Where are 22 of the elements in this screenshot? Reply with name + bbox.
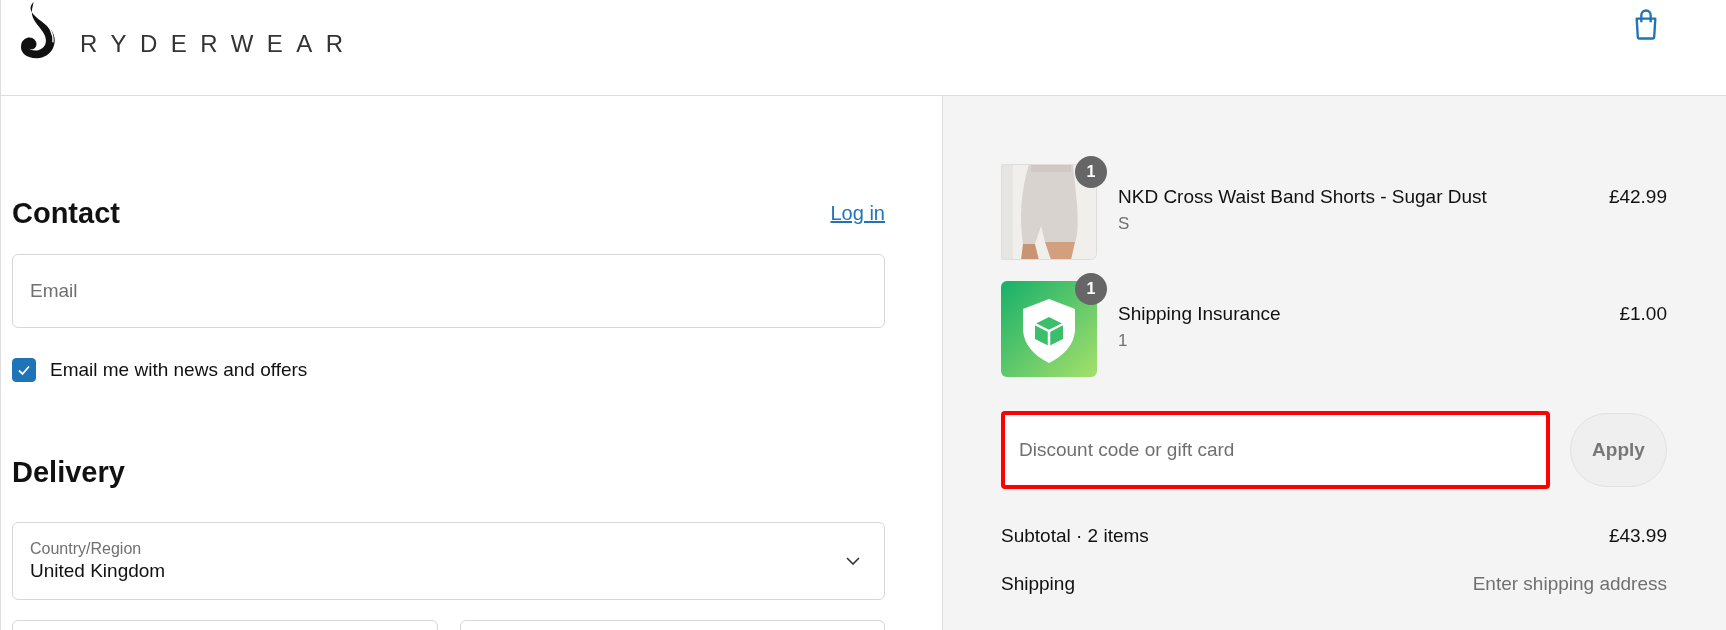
email-field[interactable]: Email bbox=[12, 254, 885, 328]
product-name: NKD Cross Waist Band Shorts - Sugar Dust bbox=[1118, 186, 1488, 208]
checkbox[interactable] bbox=[12, 358, 36, 382]
shield-icon bbox=[1001, 281, 1097, 377]
log-in-link[interactable]: Log in bbox=[830, 202, 885, 225]
product-variant: 1 bbox=[1118, 331, 1129, 351]
product-price: £1.00 bbox=[1619, 302, 1667, 325]
section-heading: Contact bbox=[12, 197, 120, 230]
summary-label: Shipping bbox=[1001, 573, 1075, 595]
section-heading: Delivery bbox=[12, 456, 126, 489]
summary-value: Enter shipping address bbox=[1472, 573, 1667, 595]
summary-value: £43.99 bbox=[1608, 525, 1667, 547]
product-price: £42.99 bbox=[1608, 185, 1667, 208]
product-variant: S bbox=[1118, 214, 1131, 234]
quantity-badge: 1 bbox=[1075, 273, 1107, 305]
chevron-down-icon bbox=[846, 557, 860, 565]
product-name: Shipping Insurance bbox=[1118, 303, 1282, 325]
country-select[interactable]: Country/Region United Kingdom bbox=[12, 522, 885, 600]
summary-label: Subtotal · 2 items bbox=[1001, 525, 1149, 547]
brand-name: RYDERWEAR bbox=[80, 30, 357, 58]
quantity-badge: 1 bbox=[1075, 156, 1107, 188]
checkbox-label: Email me with news and offers bbox=[50, 359, 308, 381]
